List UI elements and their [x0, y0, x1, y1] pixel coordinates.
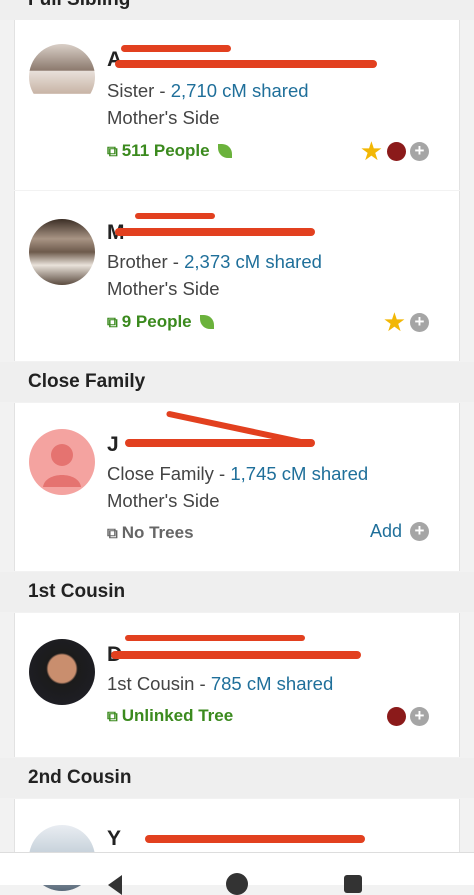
relationship-text: Brother - 2,373 cM shared — [107, 251, 322, 273]
section-header-2nd-cousin: 2nd Cousin — [0, 758, 474, 798]
relationship-label: Sister - — [107, 80, 171, 101]
section-title: 2nd Cousin — [28, 767, 132, 788]
side-label: Mother's Side — [107, 490, 220, 511]
tree-label: 511 People — [121, 141, 210, 160]
match-card[interactable]: A Sister - 2,710 cM shared Mother's Side… — [14, 20, 460, 190]
no-tree-icon: ⧉ — [107, 524, 118, 542]
group-dot-icon[interactable] — [387, 707, 406, 726]
avatar[interactable] — [29, 639, 95, 705]
add-link[interactable]: Add — [370, 521, 402, 542]
side-label: Mother's Side — [107, 107, 220, 128]
relationship-label: Brother - — [107, 251, 185, 272]
tree-status: ⧉ No Trees — [107, 523, 194, 543]
person-silhouette-icon — [43, 444, 81, 487]
back-icon[interactable] — [108, 875, 122, 895]
plus-circle-icon[interactable]: + — [410, 312, 429, 332]
avatar-placeholder[interactable] — [29, 429, 95, 495]
relationship-text: Close Family - 1,745 cM shared — [107, 463, 368, 485]
match-name[interactable]: Y — [107, 827, 121, 851]
relationship-label: Close Family - — [107, 463, 231, 484]
avatar[interactable] — [29, 44, 95, 110]
cm-shared-link[interactable]: 1,745 cM shared — [230, 463, 368, 484]
cm-shared-link[interactable]: 785 cM shared — [211, 673, 333, 694]
match-actions: + — [387, 707, 429, 726]
match-card[interactable]: D 1st Cousin - 785 cM shared ⧉ Unlinked … — [14, 613, 460, 757]
match-card[interactable]: M Brother - 2,373 cM shared Mother's Sid… — [14, 191, 460, 361]
star-icon[interactable]: ★ — [383, 309, 406, 335]
match-actions: ★ + — [360, 138, 429, 164]
section-title: Full Sibling — [28, 0, 130, 10]
section-header-1st-cousin: 1st Cousin — [0, 572, 474, 612]
tree-link[interactable]: ⧉ Unlinked Tree — [107, 706, 233, 726]
relationship-text: 1st Cousin - 785 cM shared — [107, 673, 333, 695]
group-dot-icon[interactable] — [387, 141, 406, 161]
plus-circle-icon[interactable]: + — [410, 141, 429, 161]
redaction-mark — [125, 635, 305, 641]
redaction-mark — [111, 651, 361, 659]
section-header-close-family: Close Family — [0, 362, 474, 402]
match-card[interactable]: Y — [14, 799, 460, 891]
match-card[interactable]: J Close Family - 1,745 cM shared Mother'… — [14, 403, 460, 571]
tree-label: No Trees — [121, 523, 194, 542]
home-icon[interactable] — [226, 873, 248, 895]
side-label: Mother's Side — [107, 278, 220, 299]
tree-branch-icon: ⧉ — [107, 142, 118, 160]
plus-circle-icon[interactable]: + — [410, 707, 429, 726]
redaction-mark — [115, 60, 377, 68]
recent-apps-icon[interactable] — [344, 875, 362, 893]
redaction-mark — [135, 213, 215, 219]
system-nav-bar — [0, 852, 474, 895]
tree-label: Unlinked Tree — [121, 706, 234, 725]
match-name[interactable]: J — [107, 433, 119, 457]
tree-link[interactable]: ⧉ 511 People — [107, 141, 232, 161]
relationship-label: 1st Cousin - — [107, 673, 211, 694]
plus-circle-icon[interactable]: + — [410, 522, 429, 541]
unlinked-tree-icon: ⧉ — [107, 707, 118, 725]
section-title: 1st Cousin — [28, 581, 126, 602]
match-actions: ★ + — [383, 309, 429, 335]
cm-shared-link[interactable]: 2,710 cM shared — [171, 80, 309, 101]
star-icon[interactable]: ★ — [360, 138, 383, 164]
redaction-mark — [145, 835, 365, 843]
tree-branch-icon: ⧉ — [107, 313, 118, 331]
leaf-hint-icon[interactable] — [199, 315, 214, 329]
relationship-text: Sister - 2,710 cM shared — [107, 80, 309, 102]
redaction-mark — [115, 228, 315, 236]
section-title: Close Family — [28, 371, 146, 392]
cm-shared-link[interactable]: 2,373 cM shared — [184, 251, 322, 272]
section-header-full-sibling: Full Sibling — [0, 0, 474, 20]
match-actions: Add + — [370, 521, 429, 542]
redaction-mark — [121, 45, 231, 52]
tree-label: 9 People — [121, 312, 192, 331]
leaf-hint-icon[interactable] — [217, 144, 232, 158]
tree-link[interactable]: ⧉ 9 People — [107, 312, 214, 332]
avatar[interactable] — [29, 219, 95, 285]
